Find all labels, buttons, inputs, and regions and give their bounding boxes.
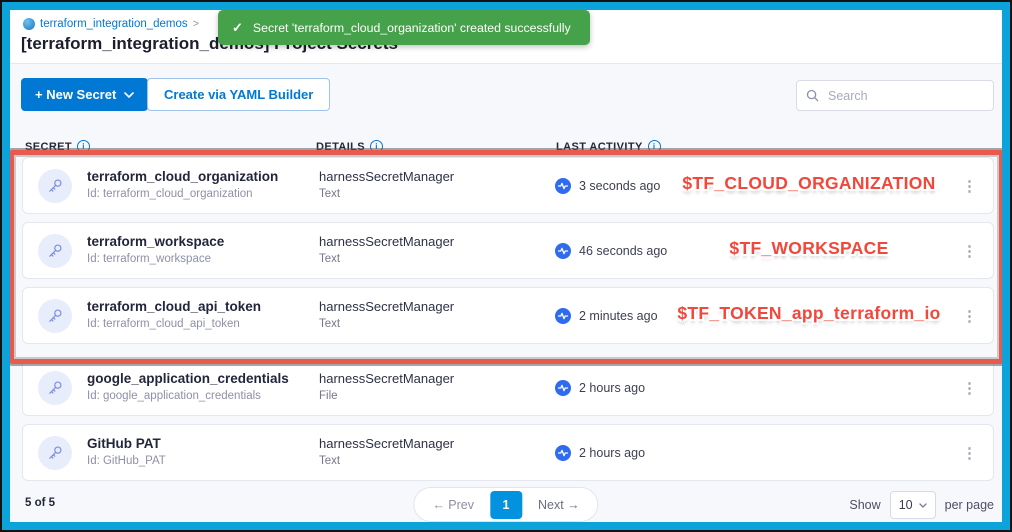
new-secret-button[interactable]: + New Secret xyxy=(21,78,148,111)
last-activity: 2 minutes ago xyxy=(555,288,658,343)
secret-manager: harnessSecretManager xyxy=(319,169,454,184)
more-options-icon[interactable]: ⋮ xyxy=(956,288,983,343)
secret-name-block: GitHub PAT Id: GitHub_PAT xyxy=(87,436,166,467)
breadcrumb: terraform_integration_demos > xyxy=(23,18,199,30)
secret-id: Id: GitHub_PAT xyxy=(87,455,166,467)
secret-name: terraform_cloud_organization xyxy=(87,169,278,184)
last-activity: 3 seconds ago xyxy=(555,158,660,213)
breadcrumb-project-link[interactable]: terraform_integration_demos xyxy=(40,18,188,30)
env-var-annotation: $TF_WORKSPACE xyxy=(661,238,957,259)
secret-id: Id: terraform_cloud_organization xyxy=(87,188,278,200)
more-options-icon[interactable]: ⋮ xyxy=(956,223,983,278)
secret-name: google_application_credentials xyxy=(87,371,289,386)
secret-details-block: harnessSecretManager File xyxy=(319,371,454,402)
last-activity-text: 46 seconds ago xyxy=(579,244,667,258)
current-page-button[interactable]: 1 xyxy=(490,491,522,519)
last-activity-text: 2 minutes ago xyxy=(579,309,658,323)
row-count: 5 of 5 xyxy=(25,497,55,509)
more-options-icon[interactable]: ⋮ xyxy=(956,360,983,415)
secret-row[interactable]: terraform_workspace Id: terraform_worksp… xyxy=(22,222,994,279)
prev-page-button[interactable]: ← Prev xyxy=(420,498,486,512)
key-icon xyxy=(38,234,72,268)
chevron-down-icon xyxy=(919,503,927,508)
key-icon xyxy=(38,371,72,405)
column-last-activity: LAST ACTIVITY xyxy=(556,141,643,153)
per-page-label: per page xyxy=(945,498,994,512)
activity-icon xyxy=(555,380,571,396)
page-size-control: Show 10 per page xyxy=(849,491,994,519)
table-header: SECRET i DETAILS i LAST ACTIVITY i xyxy=(10,140,1002,154)
secret-name-block: terraform_cloud_api_token Id: terraform_… xyxy=(87,299,261,330)
secret-name-block: terraform_workspace Id: terraform_worksp… xyxy=(87,234,224,265)
last-activity: 2 hours ago xyxy=(555,360,645,415)
key-icon xyxy=(38,436,72,470)
page-size-value: 10 xyxy=(899,498,913,512)
secret-type: Text xyxy=(319,455,454,467)
secret-details-block: harnessSecretManager Text xyxy=(319,234,454,265)
secret-manager: harnessSecretManager xyxy=(319,436,454,451)
last-activity-text: 2 hours ago xyxy=(579,381,645,395)
secret-id: Id: terraform_workspace xyxy=(87,253,224,265)
check-icon: ✓ xyxy=(232,20,243,36)
activity-icon xyxy=(555,243,571,259)
secrets-page: terraform_integration_demos > [terraform… xyxy=(10,10,1002,522)
secret-name-block: terraform_cloud_organization Id: terrafo… xyxy=(87,169,278,200)
secret-type: Text xyxy=(319,318,454,330)
secret-row[interactable]: terraform_cloud_organization Id: terrafo… xyxy=(22,157,994,214)
secret-type: Text xyxy=(319,188,454,200)
screenshot-frame: terraform_integration_demos > [terraform… xyxy=(0,0,1012,532)
secret-type: Text xyxy=(319,253,454,265)
secret-row[interactable]: terraform_cloud_api_token Id: terraform_… xyxy=(22,287,994,344)
last-activity: 46 seconds ago xyxy=(555,223,667,278)
key-icon xyxy=(38,169,72,203)
next-page-button[interactable]: Next → xyxy=(526,498,592,512)
breadcrumb-separator: > xyxy=(193,18,199,30)
yaml-builder-button[interactable]: Create via YAML Builder xyxy=(147,78,330,111)
env-var-annotation: $TF_TOKEN_app_terraform_io xyxy=(661,303,957,324)
secret-row[interactable]: GitHub PAT Id: GitHub_PAT harnessSecretM… xyxy=(22,424,994,481)
project-icon xyxy=(23,18,35,30)
secret-name-block: google_application_credentials Id: googl… xyxy=(87,371,289,402)
secrets-list: terraform_cloud_organization Id: terrafo… xyxy=(22,157,994,489)
last-activity-text: 2 hours ago xyxy=(579,446,645,460)
secret-manager: harnessSecretManager xyxy=(319,234,454,249)
secret-name: terraform_cloud_api_token xyxy=(87,299,261,314)
last-activity-text: 3 seconds ago xyxy=(579,179,660,193)
secret-name: GitHub PAT xyxy=(87,436,166,451)
secret-manager: harnessSecretManager xyxy=(319,299,454,314)
activity-icon xyxy=(555,445,571,461)
secret-id: Id: terraform_cloud_api_token xyxy=(87,318,261,330)
pagination: ← Prev 1 Next → xyxy=(413,487,598,522)
info-icon[interactable]: i xyxy=(648,140,661,153)
key-icon xyxy=(38,299,72,333)
env-var-annotation: $TF_CLOUD_ORGANIZATION xyxy=(661,173,957,194)
last-activity: 2 hours ago xyxy=(555,425,645,480)
new-secret-label: + New Secret xyxy=(35,87,116,102)
search-icon xyxy=(806,89,819,102)
search-box[interactable] xyxy=(796,80,994,111)
secret-row[interactable]: google_application_credentials Id: googl… xyxy=(22,359,994,416)
success-toast: ✓ Secret 'terraform_cloud_organization' … xyxy=(218,10,590,45)
show-label: Show xyxy=(849,498,880,512)
info-icon[interactable]: i xyxy=(77,140,90,153)
column-secret: SECRET xyxy=(25,141,72,153)
more-options-icon[interactable]: ⋮ xyxy=(956,158,983,213)
secret-details-block: harnessSecretManager Text xyxy=(319,169,454,200)
page-size-select[interactable]: 10 xyxy=(890,491,936,519)
secret-details-block: harnessSecretManager Text xyxy=(319,299,454,330)
toast-message: Secret 'terraform_cloud_organization' cr… xyxy=(253,21,571,35)
secret-details-block: harnessSecretManager Text xyxy=(319,436,454,467)
secret-name: terraform_workspace xyxy=(87,234,224,249)
secret-manager: harnessSecretManager xyxy=(319,371,454,386)
more-options-icon[interactable]: ⋮ xyxy=(956,425,983,480)
info-icon[interactable]: i xyxy=(370,140,383,153)
activity-icon xyxy=(555,178,571,194)
secret-type: File xyxy=(319,390,454,402)
search-input[interactable] xyxy=(826,88,984,104)
chevron-down-icon xyxy=(124,92,134,98)
secret-id: Id: google_application_credentials xyxy=(87,390,289,402)
activity-icon xyxy=(555,308,571,324)
column-details: DETAILS xyxy=(316,141,365,153)
